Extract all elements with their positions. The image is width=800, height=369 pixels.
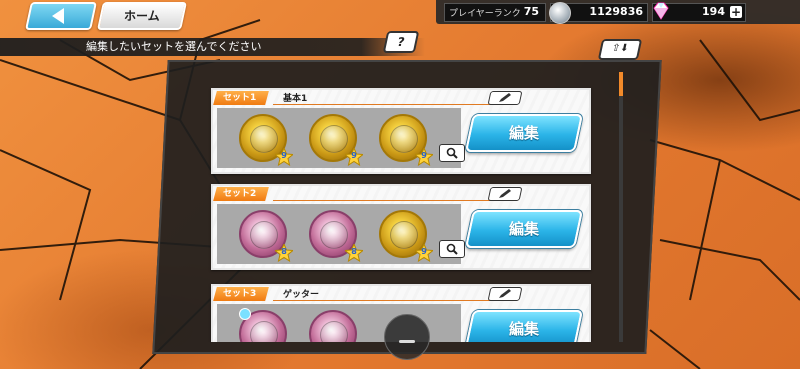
pencil-icon [499,189,511,198]
medal-slot[interactable] [309,310,357,342]
pencil-icon [499,289,511,298]
coin-value: 1129836 [589,5,643,18]
rename-button[interactable] [487,187,523,201]
coin-icon [549,2,571,24]
medal-portrait [250,221,278,249]
coin-counter: 1129836 [549,2,648,24]
medal-slots: 9 9 9 [217,108,465,168]
zoom-button[interactable] [439,240,465,258]
gem-icon [653,2,669,20]
set-tag: セット2 [213,187,269,201]
medal-level: 9 [281,151,287,160]
medal-portrait [390,221,418,249]
instruction-bar: 編集したいセットを選んでください [0,38,425,56]
gem-value: 194 [702,5,725,18]
level-star-icon: 9 [413,242,435,263]
edit-button[interactable]: 編集 [464,210,584,248]
gem-counter: 194 + [652,2,746,22]
home-button[interactable]: ホーム [97,2,187,30]
magnifier-icon [446,147,458,159]
header-divider [273,104,493,105]
rename-button[interactable] [487,91,523,105]
set-name: 基本1 [283,94,308,104]
player-rank: プレイヤーランク 75 [444,3,546,22]
level-star-icon: 9 [343,146,365,167]
header-divider [273,300,493,301]
medal-portrait [250,125,278,153]
medal-portrait [390,125,418,153]
set-tag: セット1 [213,91,269,105]
medal-slot[interactable]: 8 [239,210,295,263]
medal-portrait [320,125,348,153]
set-header: セット1 基本1 [213,90,589,106]
set-header: セット2 [213,186,589,202]
level-star-icon: 8 [273,242,295,263]
medal-portrait [250,321,278,342]
set-header: セット3 ゲッター [213,286,589,302]
level-star-icon: 9 [413,146,435,167]
edit-button[interactable]: 編集 [464,310,584,342]
back-button[interactable] [25,2,97,30]
zoom-button[interactable] [439,144,465,162]
set-name: ゲッター [283,290,320,300]
magnifier-icon [446,243,458,255]
instruction-text: 編集したいセットを選んでください [86,40,262,53]
medal-level: 8 [281,247,287,256]
player-rank-value: 75 [523,5,539,18]
gear-icon [239,308,251,320]
back-arrow-icon [52,8,64,24]
medal-level: 8 [351,247,357,256]
medal-portrait [320,221,348,249]
scrollbar[interactable] [619,72,623,342]
medal-slot[interactable] [239,308,287,342]
sort-button[interactable]: ⇧⬇ [597,39,643,60]
pencil-icon [499,93,511,102]
help-button[interactable]: ? [382,31,420,53]
medal-level: 9 [351,151,357,160]
medal-slot[interactable]: 9 [379,210,435,263]
medal-portrait [320,321,348,342]
medal-level: 9 [421,247,427,256]
set-tag: セット3 [213,287,269,301]
medal-slot[interactable]: 9 [309,114,365,167]
set-card[interactable]: セット1 基本1 9 9 9 編集 [211,88,591,174]
level-star-icon: 9 [273,146,295,167]
edit-button[interactable]: 編集 [464,114,584,152]
medal-slot[interactable]: 8 [309,210,365,263]
rename-button[interactable] [487,287,523,301]
medal-slot[interactable]: 9 [379,114,435,167]
set-card[interactable]: セット2 8 8 9 編集 [211,184,591,270]
medal-level: 9 [421,151,427,160]
header-divider [273,200,493,201]
level-star-icon: 8 [343,242,365,263]
medal-slots: 8 8 9 [217,204,465,264]
scroll-handle[interactable] [384,314,430,360]
sort-icon: ⇧⬇ [610,43,630,54]
player-rank-label: プレイヤーランク [449,9,521,19]
add-gems-button[interactable]: + [730,6,742,18]
set-list: セット1 基本1 9 9 9 編集 セット2 8 8 9 編集 セット3 ゲッタ… [175,72,615,342]
handle-grip-icon [399,340,415,343]
scrollbar-thumb[interactable] [619,72,623,96]
medal-slot[interactable]: 9 [239,114,295,167]
